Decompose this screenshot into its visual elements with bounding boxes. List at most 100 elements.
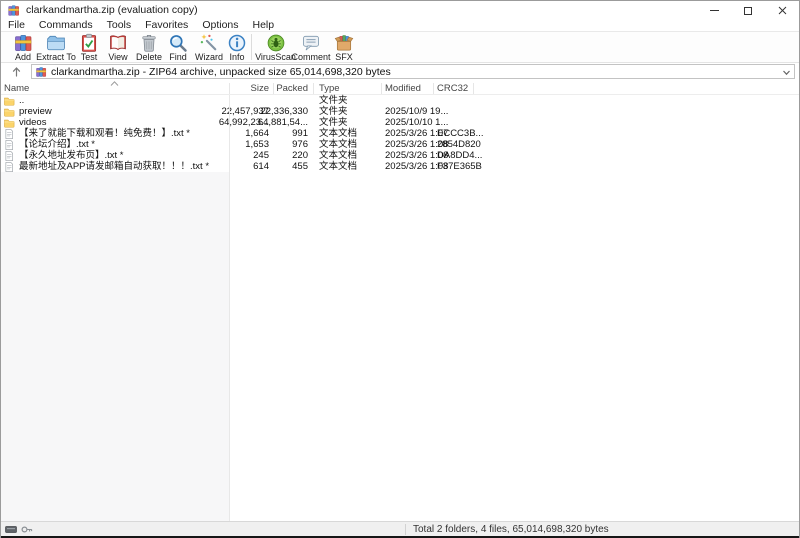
- menu-tools[interactable]: Tools: [100, 19, 139, 31]
- column-header-crc32[interactable]: CRC32: [437, 83, 468, 94]
- column-separator[interactable]: [313, 83, 314, 94]
- archive-path-text: clarkandmartha.zip - ZIP64 archive, unpa…: [51, 66, 391, 78]
- status-bar: Total 2 folders, 4 files, 65,014,698,320…: [1, 521, 799, 536]
- winrar-window: clarkandmartha.zip (evaluation copy) Fil…: [0, 0, 800, 538]
- table-row-txt-3[interactable]: 【永久地址发布页】.txt * 245 220 文本文档 2025/3/26 1…: [1, 150, 799, 161]
- add-archive-icon: [13, 33, 33, 53]
- text-document-icon: [4, 162, 15, 172]
- text-document-icon: [4, 129, 15, 139]
- folder-icon: [4, 107, 15, 117]
- file-packed: 220: [232, 150, 308, 161]
- find-label: Find: [164, 53, 192, 62]
- test-clipboard-icon: [79, 33, 99, 53]
- column-header-packed[interactable]: Packed: [232, 83, 308, 94]
- disk-icon[interactable]: [5, 525, 17, 534]
- key-icon[interactable]: [21, 525, 33, 534]
- status-total: Total 2 folders, 4 files, 65,014,698,320…: [413, 524, 609, 535]
- view-button[interactable]: View: [104, 32, 132, 62]
- row-name-cell: 【来了就能下载和观看！纯免费！】.txt *: [4, 128, 190, 139]
- find-button[interactable]: Find: [164, 32, 192, 62]
- extract-folder-icon: [46, 33, 66, 53]
- maximize-button[interactable]: [731, 1, 765, 20]
- menu-options[interactable]: Options: [195, 19, 245, 31]
- column-separator[interactable]: [229, 83, 230, 94]
- file-packed: 455: [232, 161, 308, 172]
- file-name: preview: [19, 106, 52, 117]
- window-title: clarkandmartha.zip (evaluation copy): [26, 4, 198, 16]
- toolbar-separator: [251, 34, 252, 60]
- column-separator[interactable]: [473, 83, 474, 94]
- find-magnifier-icon: [168, 33, 188, 53]
- file-crc32: ECCC3B...: [437, 128, 483, 139]
- table-row-preview[interactable]: preview 22,457,937 22,336,330 文件夹 2025/1…: [1, 106, 799, 117]
- file-rows: .. 文件夹 preview 22,457,937 22,336,330 文件夹…: [1, 95, 799, 172]
- row-name-cell: 【论坛介绍】.txt *: [4, 139, 95, 150]
- comment-bubble-icon: [301, 33, 321, 53]
- minimize-button[interactable]: [697, 1, 731, 20]
- test-button[interactable]: Test: [75, 32, 103, 62]
- info-icon: [227, 33, 247, 53]
- table-row-videos[interactable]: videos 64,992,23... 64,881,54... 文件夹 202…: [1, 117, 799, 128]
- comment-label: Comment: [291, 53, 331, 62]
- file-type: 文件夹: [319, 117, 348, 128]
- info-button[interactable]: Info: [224, 32, 250, 62]
- chevron-down-icon[interactable]: [781, 67, 792, 78]
- comment-button[interactable]: Comment: [291, 32, 331, 62]
- table-row-updir[interactable]: .. 文件夹: [1, 95, 799, 106]
- row-name-cell: preview: [4, 106, 52, 117]
- file-type: 文本文档: [319, 139, 357, 150]
- menu-file[interactable]: File: [1, 19, 32, 31]
- wizard-wand-icon: [199, 33, 219, 53]
- maximize-icon: [744, 7, 752, 15]
- table-row-txt-4[interactable]: 最新地址及APP请发邮箱自动获取！！！.txt * 614 455 文本文档 2…: [1, 161, 799, 172]
- menu-favorites[interactable]: Favorites: [138, 19, 195, 31]
- column-header-name[interactable]: Name: [4, 83, 29, 94]
- file-packed: 976: [232, 139, 308, 150]
- folder-icon: [4, 118, 15, 128]
- menu-commands[interactable]: Commands: [32, 19, 100, 31]
- extract-to-label: Extract To: [33, 53, 79, 62]
- extract-to-button[interactable]: Extract To: [33, 32, 79, 62]
- view-book-icon: [108, 33, 128, 53]
- column-separator[interactable]: [381, 83, 382, 94]
- file-modified: 2025/10/9 19...: [385, 106, 448, 117]
- close-icon: [778, 6, 787, 15]
- test-label: Test: [75, 53, 103, 62]
- file-name: ..: [19, 95, 24, 106]
- table-row-txt-2[interactable]: 【论坛介绍】.txt * 1,653 976 文本文档 2025/3/26 1:…: [1, 139, 799, 150]
- archive-path-combobox[interactable]: clarkandmartha.zip - ZIP64 archive, unpa…: [31, 64, 795, 79]
- folder-up-icon: [4, 96, 15, 106]
- arrow-up-icon: [12, 67, 21, 77]
- column-header-modified[interactable]: Modified: [385, 83, 421, 94]
- sort-ascending-icon: [110, 81, 119, 86]
- column-header-type[interactable]: Type: [319, 83, 340, 94]
- column-separator[interactable]: [273, 83, 274, 94]
- column-separator[interactable]: [433, 83, 434, 94]
- file-crc32: 2854D820: [437, 139, 481, 150]
- close-button[interactable]: [765, 1, 799, 20]
- toolbar: Add Extract To Test View: [1, 32, 799, 63]
- delete-trash-icon: [139, 33, 159, 53]
- file-modified: 2025/10/10 1...: [385, 117, 448, 128]
- row-name-cell: ..: [4, 95, 24, 106]
- file-type: 文件夹: [319, 95, 348, 106]
- file-type: 文件夹: [319, 106, 348, 117]
- file-type: 文本文档: [319, 128, 357, 139]
- sfx-button[interactable]: SFX: [329, 32, 359, 62]
- delete-button[interactable]: Delete: [133, 32, 165, 62]
- row-name-cell: 最新地址及APP请发邮箱自动获取！！！.txt *: [4, 161, 209, 172]
- table-row-txt-1[interactable]: 【来了就能下载和观看！纯免费！】.txt * 1,664 991 文本文档 20…: [1, 128, 799, 139]
- file-list[interactable]: .. 文件夹 preview 22,457,937 22,336,330 文件夹…: [1, 95, 799, 521]
- text-document-icon: [4, 151, 15, 161]
- up-directory-button[interactable]: [7, 65, 25, 79]
- sfx-label: SFX: [329, 53, 359, 62]
- row-name-cell: 【永久地址发布页】.txt *: [4, 150, 124, 161]
- file-packed: 991: [232, 128, 308, 139]
- view-label: View: [104, 53, 132, 62]
- file-packed: 22,336,330: [232, 106, 308, 117]
- file-type: 文本文档: [319, 161, 357, 172]
- menu-help[interactable]: Help: [246, 19, 282, 31]
- wizard-button[interactable]: Wizard: [191, 32, 227, 62]
- winrar-app-icon[interactable]: [7, 4, 20, 17]
- file-name: videos: [19, 117, 46, 128]
